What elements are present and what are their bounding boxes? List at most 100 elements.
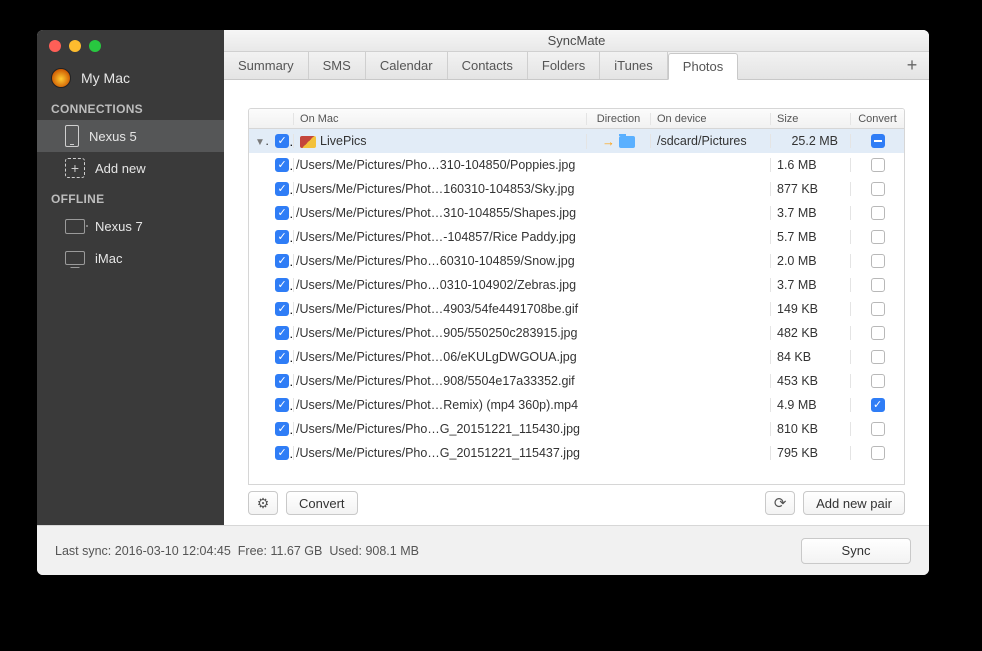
tab-folders[interactable]: Folders xyxy=(528,52,600,79)
convert-checkbox[interactable] xyxy=(871,326,885,340)
table-row[interactable]: /Users/Me/Pictures/Pho…0310-104902/Zebra… xyxy=(249,273,904,297)
reload-icon xyxy=(774,494,787,512)
refresh-button[interactable] xyxy=(765,491,795,515)
table-row[interactable]: /Users/Me/Pictures/Phot…-104857/Rice Pad… xyxy=(249,225,904,249)
arrow-right-icon: → xyxy=(602,134,615,149)
row-mac-path: /Users/Me/Pictures/Phot…4903/54fe4491708… xyxy=(293,302,586,316)
footer: Last sync: 2016-03-10 12:04:45 Free: 11.… xyxy=(37,525,929,575)
row-checkbox[interactable] xyxy=(275,230,289,244)
add-new-pair-button[interactable]: Add new pair xyxy=(803,491,905,515)
row-checkbox[interactable] xyxy=(275,446,289,460)
row-checkbox[interactable] xyxy=(275,302,289,316)
col-convert[interactable]: Convert xyxy=(850,113,904,125)
sidebar-section-offline: OFFLINE xyxy=(37,184,224,210)
group-size: 25.2 MB xyxy=(770,134,850,148)
my-mac-icon xyxy=(51,68,71,88)
row-size: 5.7 MB xyxy=(770,230,850,244)
tab-calendar[interactable]: Calendar xyxy=(366,52,448,79)
table-row[interactable]: /Users/Me/Pictures/Pho…60310-104859/Snow… xyxy=(249,249,904,273)
add-tab-button[interactable]: + xyxy=(895,52,929,79)
table-row[interactable]: /Users/Me/Pictures/Pho…310-104850/Poppie… xyxy=(249,153,904,177)
convert-checkbox[interactable] xyxy=(871,350,885,364)
my-mac-label: My Mac xyxy=(81,70,130,86)
row-mac-path: /Users/Me/Pictures/Pho…310-104850/Poppie… xyxy=(293,158,586,172)
row-checkbox[interactable] xyxy=(275,350,289,364)
row-size: 3.7 MB xyxy=(770,206,850,220)
content-area: On Mac Direction On device Size Convert … xyxy=(224,80,929,525)
table-row[interactable]: /Users/Me/Pictures/Pho…G_20151221_115430… xyxy=(249,417,904,441)
disclosure-icon[interactable]: ▼ xyxy=(255,134,269,148)
row-checkbox[interactable] xyxy=(275,422,289,436)
row-mac-path: /Users/Me/Pictures/Pho…0310-104902/Zebra… xyxy=(293,278,586,292)
row-size: 453 KB xyxy=(770,374,850,388)
settings-button[interactable] xyxy=(248,491,278,515)
row-mac-path: /Users/Me/Pictures/Pho…G_20151221_115437… xyxy=(293,446,586,460)
row-checkbox[interactable] xyxy=(275,398,289,412)
table-row[interactable]: /Users/Me/Pictures/Phot…06/eKULgDWGOUA.j… xyxy=(249,345,904,369)
row-size: 1.6 MB xyxy=(770,158,850,172)
tab-itunes[interactable]: iTunes xyxy=(600,52,668,79)
col-size[interactable]: Size xyxy=(770,113,850,125)
sidebar-item-nexus-5[interactable]: Nexus 5 xyxy=(37,120,224,152)
tab-photos[interactable]: Photos xyxy=(668,53,738,80)
tab-sms[interactable]: SMS xyxy=(309,52,366,79)
tablet-icon xyxy=(65,219,85,234)
row-mac-path: /Users/Me/Pictures/Phot…-104857/Rice Pad… xyxy=(293,230,586,244)
table-row[interactable]: /Users/Me/Pictures/Phot…905/550250c28391… xyxy=(249,321,904,345)
app-window: My Mac CONNECTIONS Nexus 5 + Add new OFF… xyxy=(37,30,929,575)
convert-checkbox[interactable] xyxy=(871,230,885,244)
sync-button[interactable]: Sync xyxy=(801,538,911,564)
table-row[interactable]: /Users/Me/Pictures/Phot…Remix) (mp4 360p… xyxy=(249,393,904,417)
row-mac-path: /Users/Me/Pictures/Phot…905/550250c28391… xyxy=(293,326,586,340)
sidebar: My Mac CONNECTIONS Nexus 5 + Add new OFF… xyxy=(37,30,224,525)
convert-checkbox[interactable] xyxy=(871,278,885,292)
convert-checkbox[interactable] xyxy=(871,446,885,460)
convert-checkbox[interactable] xyxy=(871,206,885,220)
table-row[interactable]: /Users/Me/Pictures/Pho…G_20151221_115437… xyxy=(249,441,904,465)
table-row[interactable]: /Users/Me/Pictures/Phot…908/5504e17a3335… xyxy=(249,369,904,393)
row-size: 2.0 MB xyxy=(770,254,850,268)
table-body: ▼LivePics→/sdcard/Pictures25.2 MB/Users/… xyxy=(249,129,904,484)
tab-summary[interactable]: Summary xyxy=(224,52,309,79)
tab-bar: SummarySMSCalendarContactsFoldersiTunesP… xyxy=(224,52,929,80)
table-header: On Mac Direction On device Size Convert xyxy=(249,109,904,129)
sidebar-item-imac[interactable]: iMac xyxy=(37,242,224,274)
col-on-device[interactable]: On device xyxy=(650,113,770,125)
convert-checkbox[interactable] xyxy=(871,398,885,412)
zoom-icon[interactable] xyxy=(89,40,101,52)
close-icon[interactable] xyxy=(49,40,61,52)
convert-mixed-icon[interactable] xyxy=(871,134,885,148)
imac-icon xyxy=(65,251,85,265)
sidebar-item-label: iMac xyxy=(95,251,122,266)
row-checkbox[interactable] xyxy=(275,158,289,172)
row-checkbox[interactable] xyxy=(275,254,289,268)
row-checkbox[interactable] xyxy=(275,182,289,196)
sidebar-item-add-new[interactable]: + Add new xyxy=(37,152,224,184)
table-row[interactable]: /Users/Me/Pictures/Phot…4903/54fe4491708… xyxy=(249,297,904,321)
row-size: 4.9 MB xyxy=(770,398,850,412)
table-row[interactable]: /Users/Me/Pictures/Phot…310-104855/Shape… xyxy=(249,201,904,225)
col-on-mac[interactable]: On Mac xyxy=(293,113,586,125)
col-direction[interactable]: Direction xyxy=(586,113,650,125)
row-checkbox[interactable] xyxy=(275,374,289,388)
convert-checkbox[interactable] xyxy=(871,422,885,436)
row-checkbox[interactable] xyxy=(275,278,289,292)
table-group-row[interactable]: ▼LivePics→/sdcard/Pictures25.2 MB xyxy=(249,129,904,153)
convert-checkbox[interactable] xyxy=(871,254,885,268)
convert-checkbox[interactable] xyxy=(871,302,885,316)
row-size: 3.7 MB xyxy=(770,278,850,292)
toolbar: Convert Add new pair xyxy=(248,485,905,515)
tab-contacts[interactable]: Contacts xyxy=(448,52,528,79)
table-row[interactable]: /Users/Me/Pictures/Phot…160310-104853/Sk… xyxy=(249,177,904,201)
convert-button[interactable]: Convert xyxy=(286,491,358,515)
group-mac-label: LivePics xyxy=(320,134,367,148)
minimize-icon[interactable] xyxy=(69,40,81,52)
convert-checkbox[interactable] xyxy=(871,182,885,196)
convert-checkbox[interactable] xyxy=(871,374,885,388)
sidebar-item-my-mac[interactable]: My Mac xyxy=(37,62,224,94)
sidebar-item-nexus-7[interactable]: Nexus 7 xyxy=(37,210,224,242)
convert-checkbox[interactable] xyxy=(871,158,885,172)
row-checkbox[interactable] xyxy=(275,206,289,220)
row-checkbox[interactable] xyxy=(275,134,289,148)
row-checkbox[interactable] xyxy=(275,326,289,340)
